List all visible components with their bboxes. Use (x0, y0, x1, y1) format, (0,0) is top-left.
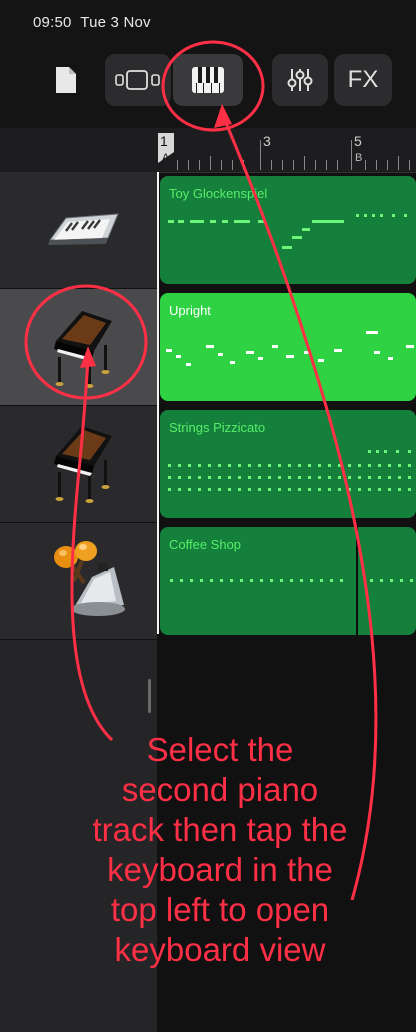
grand-piano-icon (54, 426, 112, 503)
ruler-corner (0, 128, 157, 172)
track-header-2[interactable] (0, 289, 157, 406)
document-icon (56, 67, 76, 93)
playhead-line (157, 172, 159, 634)
track-header-4[interactable] (0, 523, 157, 640)
region-name: Coffee Shop (169, 537, 242, 552)
region-coffee-shop[interactable]: Coffee Shop (160, 527, 416, 635)
region-upright[interactable]: Upright (160, 293, 416, 401)
keyboard-view-button[interactable] (173, 54, 243, 106)
piano-keyboard-icon (192, 67, 224, 93)
instruction-annotation: Select the second piano track then tap t… (30, 730, 410, 970)
fx-label: FX (347, 66, 379, 93)
keyboard-synth-icon (48, 213, 119, 245)
ruler-bar-5: 5 (354, 133, 362, 149)
annotation-line: keyboard in the (107, 851, 333, 888)
annotation-line: Select the (146, 731, 294, 768)
status-time: 09:50 Tue 3 Nov (33, 14, 151, 31)
mixer-button[interactable] (272, 54, 328, 106)
resize-handle[interactable] (148, 679, 151, 713)
annotation-line: keyboard view (114, 931, 326, 968)
status-bar: 09:50 Tue 3 Nov (0, 0, 416, 40)
ruler-bar-3: 3 (263, 133, 271, 149)
tracks-view-icon (115, 70, 160, 90)
region-name: Toy Glockenspiel (169, 186, 268, 201)
track-header-1[interactable] (0, 172, 157, 289)
annotation-line: track then tap the (92, 811, 348, 848)
maracas-cowbell-icon (54, 541, 125, 616)
ruler-section-b: B (355, 152, 363, 164)
ruler-section-a: A (162, 152, 170, 164)
toolbar: FX (0, 40, 416, 128)
region-strings-pizzicato[interactable]: Strings Pizzicato (160, 410, 416, 518)
ruler[interactable]: 1 A 3 5 B (157, 128, 416, 173)
view-toggle-button[interactable] (105, 54, 171, 106)
ruler-bar-1: 1 (160, 133, 168, 149)
my-songs-button[interactable] (44, 54, 88, 106)
region-name: Upright (169, 303, 211, 318)
track-header-3[interactable] (0, 406, 157, 523)
region-name: Strings Pizzicato (169, 420, 266, 435)
mixer-sliders-icon (287, 69, 313, 91)
fx-button[interactable]: FX (334, 54, 392, 106)
grand-piano-icon (54, 311, 112, 388)
annotation-line: top left to open (110, 891, 330, 928)
region-toy-glockenspiel[interactable]: Toy Glockenspiel (160, 176, 416, 284)
annotation-line: second piano (121, 771, 319, 808)
